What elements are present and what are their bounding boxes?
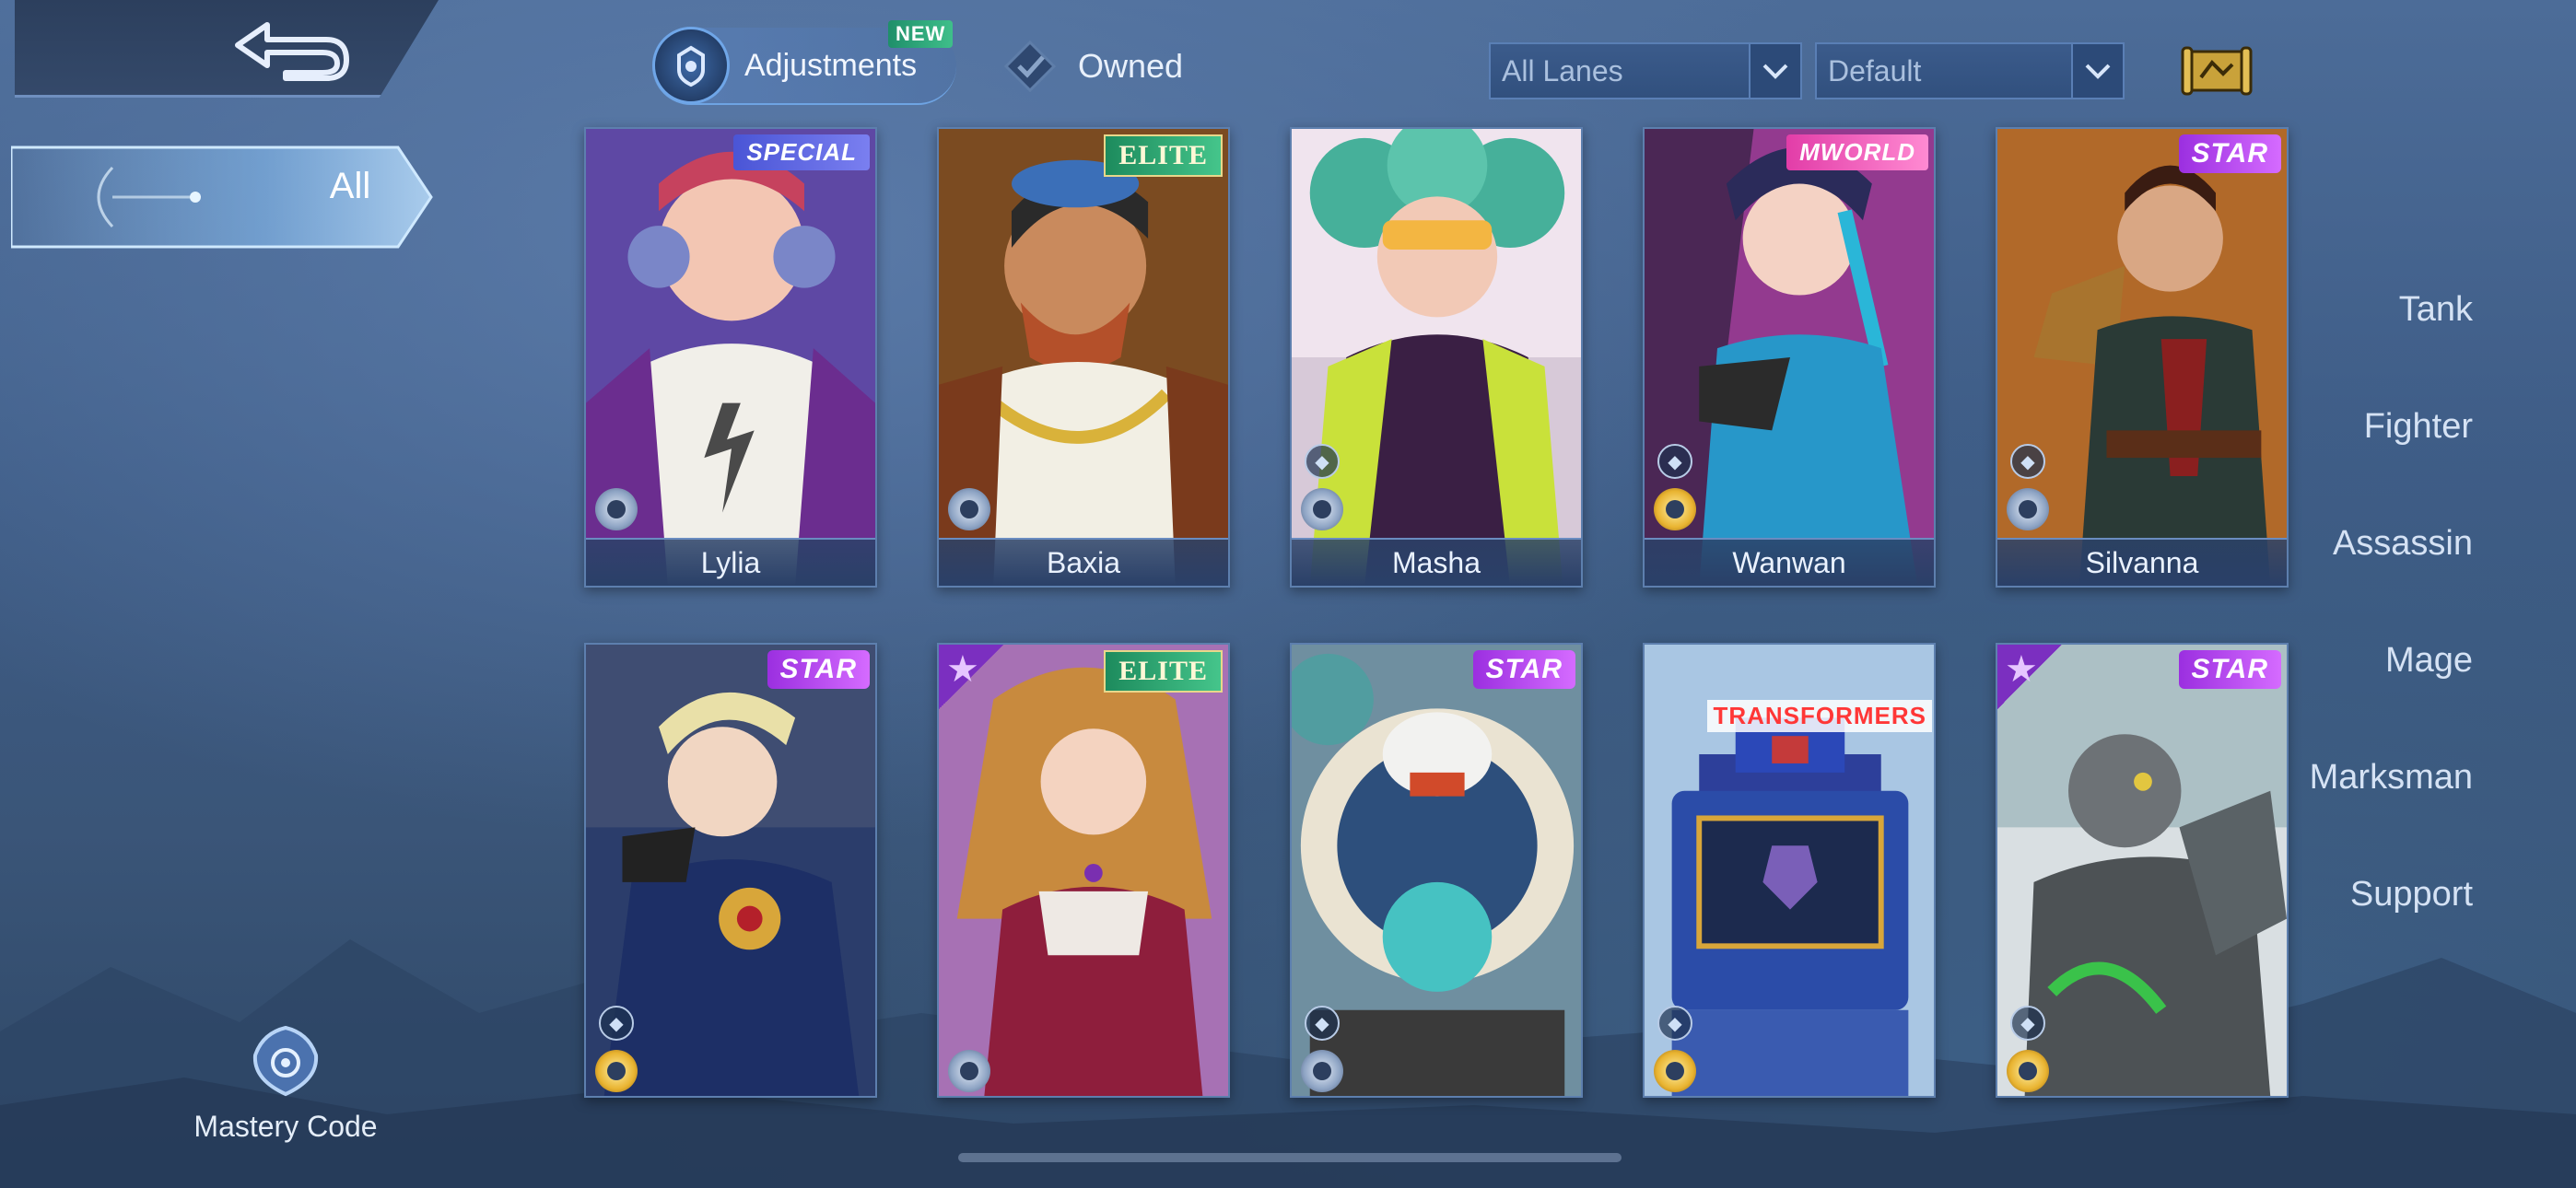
lane-icon: ◆: [599, 1006, 634, 1041]
emblem-gold-icon: [595, 1050, 638, 1092]
emblem-gold-icon: [1654, 1050, 1696, 1092]
skin-tag-star: STAR: [1472, 650, 1575, 689]
back-arrow-icon: [235, 22, 349, 81]
emblem-silver-icon: [2007, 488, 2049, 530]
scroll-map-icon: [2181, 46, 2253, 96]
sidebar-item-all[interactable]: All: [304, 166, 396, 207]
skin-tag-star: STAR: [767, 650, 870, 689]
emblem-silver-icon: [948, 488, 990, 530]
hero-card-baxia[interactable]: ELITE Baxia: [937, 127, 1230, 588]
hero-name: Baxia: [939, 538, 1228, 586]
lane-filter-value: All Lanes: [1502, 53, 1623, 87]
star-icon: ★: [946, 649, 979, 690]
hero-card[interactable]: STAR ◆: [584, 643, 877, 1098]
hero-card[interactable]: STAR ◆: [1290, 643, 1583, 1098]
tab-owned-label: Owned: [1078, 47, 1184, 85]
back-button[interactable]: [221, 13, 359, 87]
chevron-down-icon: [2071, 44, 2123, 98]
star-icon: ★: [2005, 649, 2038, 690]
chevron-down-icon: [1749, 44, 1800, 98]
hero-name: Masha: [1292, 538, 1581, 586]
tab-owned[interactable]: Owned: [1002, 31, 1183, 101]
tab-adjustments-label: Adjustments: [744, 47, 918, 83]
mastery-code-label: Mastery Code: [193, 1110, 378, 1143]
hero-portrait: [939, 645, 1228, 1096]
skin-tag-transformers: TRANSFORMERS: [1707, 700, 1932, 732]
lane-icon: ◆: [2010, 444, 2045, 479]
map-button[interactable]: [2180, 39, 2254, 103]
emblem-silver-icon: [948, 1050, 990, 1092]
hero-name: Lylia: [586, 538, 875, 586]
lane-icon: ◆: [1657, 444, 1692, 479]
emblem-silver-icon: [1301, 1050, 1343, 1092]
hero-card-silvanna[interactable]: STAR ◆ Silvanna: [1996, 127, 2289, 588]
skin-tag-star: STAR: [2178, 134, 2281, 173]
skin-tag-mworld: MWORLD: [1786, 134, 1928, 170]
horizontal-scrollbar[interactable]: [958, 1153, 1622, 1162]
skin-tag-special: SPECIAL: [733, 134, 870, 170]
hero-card[interactable]: TRANSFORMERS ◆: [1643, 643, 1936, 1098]
hero-card[interactable]: ★ ELITE: [937, 643, 1230, 1098]
hero-name: Silvanna: [1997, 538, 2287, 586]
emblem-silver-icon: [1301, 488, 1343, 530]
mastery-code-button[interactable]: Mastery Code: [175, 1024, 396, 1144]
hero-card-lylia[interactable]: SPECIAL Lylia: [584, 127, 877, 588]
new-badge: NEW: [888, 20, 954, 48]
mastery-emblem-icon: [252, 1025, 319, 1097]
hero-card[interactable]: ★ STAR ◆: [1996, 643, 2289, 1098]
sort-value: Default: [1828, 53, 1922, 87]
lane-icon: ◆: [1657, 1006, 1692, 1041]
hero-name: Wanwan: [1645, 538, 1934, 586]
hero-card-wanwan[interactable]: MWORLD ◆ Wanwan: [1643, 127, 1936, 588]
skin-tag-elite: ELITE: [1104, 134, 1223, 177]
sort-dropdown[interactable]: Default: [1815, 42, 2125, 99]
emblem-gold-icon: [1654, 488, 1696, 530]
diamond-check-icon: [1003, 40, 1057, 93]
hero-card-masha[interactable]: ◆ Masha: [1290, 127, 1583, 588]
lane-icon: ◆: [1305, 444, 1340, 479]
emblem-silver-icon: [595, 488, 638, 530]
emblem-gold-icon: [2007, 1050, 2049, 1092]
lane-icon: ◆: [2010, 1006, 2045, 1041]
skin-tag-star: STAR: [2178, 650, 2281, 689]
skin-tag-elite: ELITE: [1104, 650, 1223, 693]
lane-icon: ◆: [1305, 1006, 1340, 1041]
adjustments-helmet-icon: [652, 27, 730, 104]
lane-filter-dropdown[interactable]: All Lanes: [1489, 42, 1802, 99]
